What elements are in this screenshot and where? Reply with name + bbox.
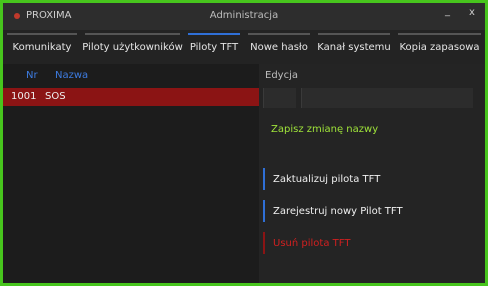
pilot-list: Nr Nazwa 1001 SOS bbox=[3, 64, 259, 283]
tab-label: Komunikaty bbox=[12, 41, 72, 53]
register-pilot-label: Zarejestruj nowy Pilot TFT bbox=[273, 205, 403, 217]
edit-section-label: Edycja bbox=[265, 70, 298, 81]
minimize-button[interactable]: _ bbox=[445, 6, 450, 17]
tab-indicator bbox=[85, 33, 180, 35]
tab-indicator bbox=[398, 33, 481, 35]
tab-label: Piloty użytkowników bbox=[82, 41, 183, 53]
row-name: SOS bbox=[45, 91, 66, 102]
row-nr: 1001 bbox=[11, 91, 37, 102]
list-row[interactable]: 1001 SOS bbox=[3, 88, 259, 106]
tab-label: Kanał systemu bbox=[317, 41, 391, 53]
tab-label: Kopia zapasowa bbox=[399, 41, 480, 53]
update-pilot-button[interactable]: Zaktualizuj pilota TFT bbox=[263, 168, 463, 190]
tab-label: Piloty TFT bbox=[189, 41, 239, 53]
tab-komunikaty[interactable]: Komunikaty bbox=[3, 30, 81, 64]
edit-panel: Edycja Zapisz zmianę nazwy Zaktualizuj p… bbox=[259, 64, 485, 283]
delete-pilot-label: Usuń pilota TFT bbox=[273, 237, 351, 249]
window-title: Administracja bbox=[209, 10, 279, 21]
column-header-name[interactable]: Nazwa bbox=[55, 70, 88, 81]
tab-indicator bbox=[7, 33, 77, 35]
tab-bar: Komunikaty Piloty użytkowników Piloty TF… bbox=[3, 30, 485, 64]
tab-indicator bbox=[248, 33, 310, 35]
admin-window: PROXIMA Administracja _ x Komunikaty Pil… bbox=[0, 0, 488, 286]
tab-kanal-systemu[interactable]: Kanał systemu bbox=[314, 30, 394, 64]
nr-field[interactable] bbox=[263, 88, 296, 108]
register-pilot-button[interactable]: Zarejestruj nowy Pilot TFT bbox=[263, 200, 463, 222]
tab-nowe-haslo[interactable]: Nowe hasło bbox=[244, 30, 314, 64]
save-name-button[interactable]: Zapisz zmianę nazwy bbox=[271, 124, 378, 135]
tab-piloty-uzytkownikow[interactable]: Piloty użytkowników bbox=[81, 30, 184, 64]
update-pilot-label: Zaktualizuj pilota TFT bbox=[273, 173, 381, 185]
title-bar[interactable]: PROXIMA Administracja _ x bbox=[3, 3, 485, 30]
tab-kopia-zapasowa[interactable]: Kopia zapasowa bbox=[394, 30, 485, 64]
tab-label: Nowe hasło bbox=[250, 41, 308, 53]
tab-indicator bbox=[318, 33, 390, 35]
tab-piloty-tft[interactable]: Piloty TFT bbox=[184, 30, 244, 64]
column-header-nr[interactable]: Nr bbox=[26, 70, 38, 81]
delete-pilot-button[interactable]: Usuń pilota TFT bbox=[263, 232, 463, 254]
tab-indicator-active bbox=[188, 33, 240, 35]
name-input[interactable] bbox=[301, 88, 473, 108]
close-button[interactable]: x bbox=[469, 7, 475, 18]
